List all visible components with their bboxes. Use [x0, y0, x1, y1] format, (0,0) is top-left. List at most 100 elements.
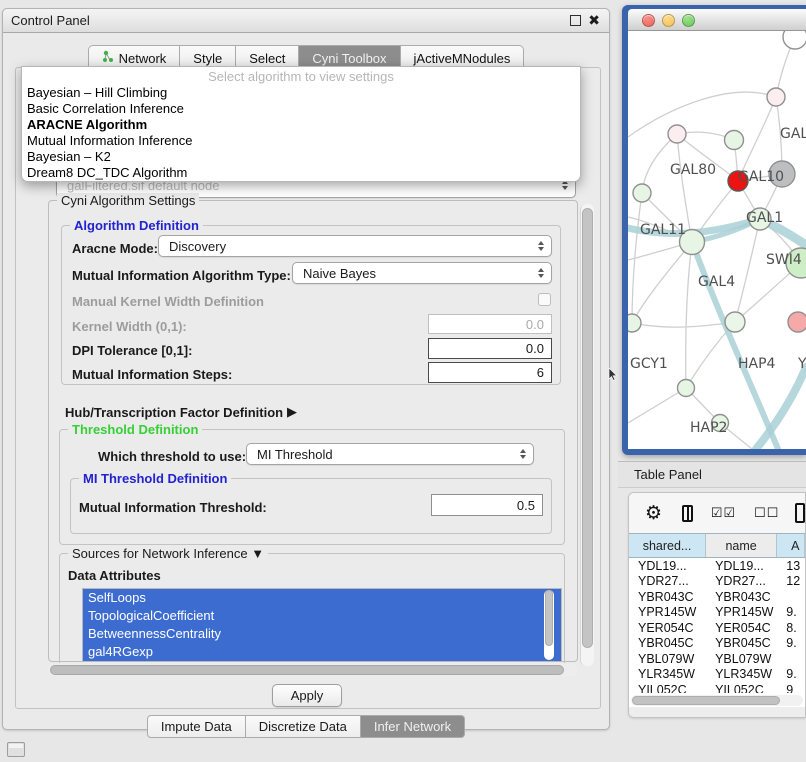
tab-style[interactable]: Style	[180, 45, 236, 67]
select-all-checkboxes-icon[interactable]: ☑☑	[711, 505, 736, 521]
cyni-bottom-tabs: Impute Data Discretize Data Infer Networ…	[3, 715, 609, 738]
tab-select[interactable]: Select	[236, 45, 299, 67]
mi-threshold-title: MI Threshold Definition	[79, 471, 231, 486]
tab-impute-data[interactable]: Impute Data	[147, 715, 246, 738]
column-header-shared-name[interactable]: shared...	[629, 534, 706, 557]
table-row[interactable]: YIL052CYIL052C9	[629, 682, 805, 693]
mouse-cursor	[608, 368, 618, 384]
network-node[interactable]	[628, 314, 641, 332]
algorithm-definition-group: Algorithm Definition Aracne Mode: Discov…	[61, 225, 561, 385]
table-cell: YBR045C	[706, 636, 777, 652]
network-node[interactable]	[668, 125, 686, 143]
settings-horizontal-scrollbar[interactable]	[48, 664, 578, 676]
table-row[interactable]: YBR045CYBR045C9.	[629, 636, 805, 652]
algorithm-option[interactable]: ARACNE Algorithm	[22, 117, 580, 133]
dpi-tolerance-field[interactable]: 0.0	[428, 338, 552, 359]
network-node[interactable]	[725, 131, 744, 150]
mi-threshold-field[interactable]: 0.5	[431, 494, 543, 516]
minimized-panel-icon[interactable]	[7, 742, 25, 757]
kernel-width-label: Kernel Width (0,1):	[72, 319, 187, 334]
table-cell: 9.	[777, 636, 805, 652]
close-icon[interactable]: ✖	[588, 12, 600, 29]
sources-group: Sources for Network Inference ▼ Data Att…	[59, 553, 565, 663]
aracne-mode-label: Aracne Mode:	[72, 241, 158, 256]
algorithm-option[interactable]: Bayesian – Hill Climbing	[22, 85, 580, 101]
algorithm-option[interactable]: Bayesian – K2	[22, 149, 580, 165]
network-node[interactable]	[725, 312, 745, 332]
table-cell: YBR043C	[629, 589, 706, 605]
aracne-mode-combobox[interactable]: Discovery	[158, 235, 552, 257]
data-attributes-list[interactable]: SelfLoopsTopologicalCoefficientBetweenne…	[82, 588, 562, 662]
which-threshold-combobox[interactable]: MI Threshold	[246, 443, 534, 465]
table-cell	[777, 651, 805, 667]
mi-threshold-label: Mutual Information Threshold:	[79, 500, 267, 515]
algorithm-option[interactable]: Dream8 DC_TDC Algorithm	[22, 165, 580, 181]
table-horizontal-scrollbar[interactable]	[631, 695, 803, 706]
expand-right-icon[interactable]: ▶	[287, 404, 297, 420]
attribute-list-item[interactable]: gal4RGexp	[83, 643, 561, 661]
column-header-partial[interactable]: A	[777, 534, 805, 557]
network-node-label: GAL80	[670, 162, 716, 178]
collapse-down-icon[interactable]: ▼	[251, 546, 264, 561]
algorithm-option[interactable]: Mutual Information Inference	[22, 133, 580, 149]
tab-network[interactable]: Network	[88, 45, 181, 67]
new-table-icon[interactable]	[795, 503, 805, 523]
tab-infer-network[interactable]: Infer Network	[361, 715, 465, 738]
network-node-label: GAL4	[698, 274, 735, 290]
tab-jactivemnodules[interactable]: jActiveMNodules	[401, 45, 525, 67]
tab-cyni-toolbox[interactable]: Cyni Toolbox	[299, 45, 400, 67]
table-row[interactable]: YPR145WYPR145W9.	[629, 605, 805, 621]
network-canvas[interactable]: GALGAL80GAL10GAL1GAL11SWI4GAL4GCY1HAP4YH…	[628, 31, 806, 449]
network-node[interactable]	[678, 380, 695, 397]
manual-kernel-width-label: Manual Kernel Width Definition	[72, 294, 264, 309]
table-row[interactable]: YBR043CYBR043C	[629, 589, 805, 605]
hub-definition-label[interactable]: Hub/Transcription Factor Definition	[65, 405, 283, 420]
algorithm-option[interactable]: Basic Correlation Inference	[22, 101, 580, 117]
close-traffic-light-icon[interactable]	[642, 14, 655, 27]
tab-discretize-data[interactable]: Discretize Data	[246, 715, 361, 738]
attribute-list-scrollbar[interactable]	[544, 590, 554, 660]
table-row[interactable]: YBL079WYBL079W	[629, 651, 805, 667]
network-node[interactable]	[788, 312, 806, 332]
attribute-list-item[interactable]: TopologicalCoefficient	[83, 607, 561, 625]
column-header-name[interactable]: name	[706, 534, 777, 557]
table-cell: 12	[777, 574, 805, 590]
zoom-traffic-light-icon[interactable]	[682, 14, 695, 27]
table-cell: YDL19...	[629, 558, 706, 574]
mi-steps-field[interactable]: 6	[428, 362, 552, 383]
table-horizontal-scroll-thumb[interactable]	[632, 696, 780, 705]
settings-vertical-scroll-thumb[interactable]	[582, 208, 593, 648]
kernel-width-field[interactable]: 0.0	[428, 314, 552, 334]
apply-button-label: Apply	[291, 688, 324, 703]
settings-horizontal-scroll-thumb[interactable]	[50, 665, 564, 675]
table-cell	[777, 589, 805, 605]
table-row[interactable]: YER054CYER054C8.	[629, 620, 805, 636]
attribute-list-scroll-thumb[interactable]	[545, 590, 553, 646]
table-cell: YBR045C	[629, 636, 706, 652]
manual-kernel-width-checkbox[interactable]	[538, 293, 551, 306]
network-window-titlebar[interactable]	[628, 9, 806, 31]
network-node-label: GCY1	[630, 356, 668, 372]
network-node-label: HAP2	[690, 420, 727, 436]
gear-icon[interactable]: ⚙	[645, 502, 662, 525]
which-threshold-value: MI Threshold	[257, 447, 333, 462]
table-row[interactable]: YLR345WYLR345W9.	[629, 667, 805, 683]
mi-algorithm-type-combobox[interactable]: Naive Bayes	[292, 262, 552, 284]
control-panel-titlebar: Control Panel ✖	[3, 9, 609, 33]
network-node[interactable]	[633, 184, 651, 202]
table-row[interactable]: YDR27...YDR27...12	[629, 574, 805, 590]
float-window-icon[interactable]	[570, 15, 581, 26]
minimize-traffic-light-icon[interactable]	[662, 14, 675, 27]
tab-label: Impute Data	[161, 719, 232, 734]
columns-icon[interactable]	[682, 505, 693, 522]
apply-button[interactable]: Apply	[272, 684, 342, 707]
deselect-all-checkboxes-icon[interactable]: ☐☐	[754, 505, 779, 521]
network-node[interactable]	[783, 31, 806, 49]
attribute-list-item[interactable]: SelfLoops	[83, 589, 561, 607]
attribute-list-item[interactable]: BetweennessCentrality	[83, 625, 561, 643]
network-view-window: GALGAL80GAL10GAL1GAL11SWI4GAL4GCY1HAP4YH…	[622, 5, 806, 455]
table-row[interactable]: YDL19...YDL19...13	[629, 558, 805, 574]
network-node[interactable]	[767, 88, 785, 106]
settings-vertical-scrollbar[interactable]	[580, 204, 594, 666]
table-cell: YDR27...	[629, 574, 706, 590]
